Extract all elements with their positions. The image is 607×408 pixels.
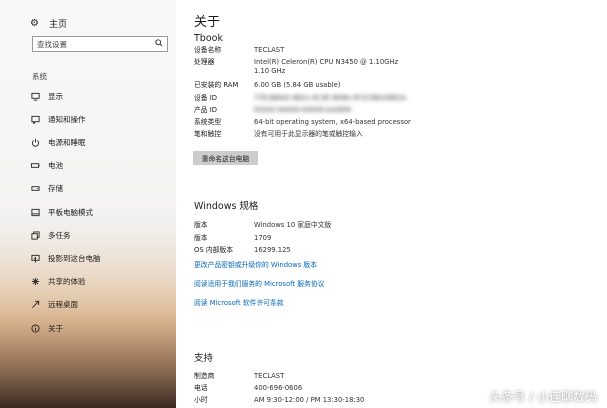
sidebar-item-multitasking[interactable]: 多任务 <box>30 227 170 243</box>
battery-icon <box>30 160 40 170</box>
sidebar-item-storage[interactable]: 存储 <box>30 180 170 196</box>
section-label-system: 系统 <box>32 72 47 81</box>
tablet-icon <box>30 207 40 217</box>
spec-key: 版本 <box>194 234 208 242</box>
spec-value: TECLAST <box>254 46 285 54</box>
sidebar-item-label: 关于 <box>48 323 63 333</box>
rename-pc-button[interactable]: 重命名这台电脑 <box>193 151 258 165</box>
sidebar-item-tablet-mode[interactable]: 平板电脑模式 <box>30 204 170 220</box>
sidebar-item-label: 电池 <box>48 160 63 170</box>
spec-value-blurred: 00342-64000-00000-AAOEM <box>254 106 351 114</box>
monitor-icon <box>30 91 40 101</box>
device-name-heading: Tbook <box>194 33 223 44</box>
power-icon <box>30 137 40 147</box>
main-content: 关于 Tbook 设备名称 TECLAST 处理器 Intel(R) Celer… <box>176 0 607 408</box>
services-agreement-link[interactable]: 阅读适用于我们服务的 Microsoft 服务协议 <box>194 278 324 288</box>
spec-value-blurred: 77E1B8A0-4B31-4C3E-9D8A-3F1C0B1D8E2A <box>254 94 407 102</box>
search-input[interactable]: 查找设置 <box>32 36 168 52</box>
spec-value: TECLAST <box>254 372 285 380</box>
spec-key: 电话 <box>194 384 208 392</box>
spec-key: 设备 ID <box>194 94 217 102</box>
sidebar-item-label: 通知和操作 <box>48 114 86 124</box>
spec-value: Windows 10 家庭中文版 <box>254 221 332 229</box>
info-icon <box>30 323 40 333</box>
spec-value: 1709 <box>254 234 272 242</box>
search-icon <box>155 39 163 49</box>
sidebar-item-label: 多任务 <box>48 230 71 240</box>
sidebar-item-battery[interactable]: 电池 <box>30 157 170 173</box>
spec-key: 系统类型 <box>194 118 222 126</box>
spec-key: 产品 ID <box>194 106 217 114</box>
license-terms-link[interactable]: 阅读 Microsoft 软件许可条款 <box>194 297 284 307</box>
spec-value: 64-bit operating system, x64-based proce… <box>254 118 411 126</box>
spec-key: 制造商 <box>194 372 215 380</box>
windows-specs-heading: Windows 规格 <box>194 201 259 212</box>
sidebar-item-power[interactable]: 电源和睡眠 <box>30 134 170 150</box>
spec-value: 6.00 GB (5.84 GB usable) <box>254 81 341 89</box>
sidebar-item-label: 平板电脑模式 <box>48 207 93 217</box>
spec-key: 设备名称 <box>194 46 222 54</box>
home-label: 主页 <box>48 19 67 30</box>
navigation-pane: ⚙ 主页 查找设置 系统 显示 通知和操作 电源和睡眠 电池 存储 平板电脑模式… <box>0 0 176 408</box>
spec-value: 没有可用于此显示器的笔或触控输入 <box>254 130 363 138</box>
sidebar-item-label: 电源和睡眠 <box>48 137 86 147</box>
spec-value: Intel(R) Celeron(R) CPU N3450 @ 1.10GHz … <box>254 58 399 75</box>
sidebar-item-about[interactable]: 关于 <box>30 320 170 336</box>
spec-key: 版本 <box>194 221 208 229</box>
sidebar-item-notifications[interactable]: 通知和操作 <box>30 111 170 127</box>
sidebar-item-label: 投影到这台电脑 <box>48 253 101 263</box>
projector-icon <box>30 253 40 263</box>
home-link[interactable]: ⚙ 主页 <box>30 15 67 31</box>
sidebar-item-remote-desktop[interactable]: 远程桌面 <box>30 296 170 312</box>
sidebar-item-shared-experiences[interactable]: 共享的体验 <box>30 273 170 289</box>
sidebar-item-label: 存储 <box>48 183 63 193</box>
spec-key: 处理器 <box>194 58 215 66</box>
spec-value: AM 9:30-12:00 / PM 13:30-18:30 <box>254 396 365 404</box>
sidebar-item-label: 远程桌面 <box>48 299 78 309</box>
support-heading: 支持 <box>194 353 214 364</box>
sidebar-item-display[interactable]: 显示 <box>30 88 170 104</box>
watermark-text: 头条号 / 小连聊数码 <box>489 390 597 404</box>
sidebar-item-projecting[interactable]: 投影到这台电脑 <box>30 250 170 266</box>
spec-key: 已安装的 RAM <box>194 81 239 89</box>
share-icon <box>30 276 40 286</box>
storage-icon <box>30 183 40 193</box>
page-title: 关于 <box>194 15 221 30</box>
sidebar-item-label: 共享的体验 <box>48 276 86 286</box>
spec-key: 笔和触控 <box>194 130 222 138</box>
remote-icon <box>30 299 40 309</box>
change-product-key-link[interactable]: 更改产品密钥或升级你的 Windows 版本 <box>194 259 317 269</box>
message-icon <box>30 114 40 124</box>
spec-key: OS 内部版本 <box>194 246 234 254</box>
search-placeholder: 查找设置 <box>37 39 67 49</box>
sidebar-item-label: 显示 <box>48 91 63 101</box>
multitask-icon <box>30 230 40 240</box>
spec-value: 400-696-0606 <box>254 384 303 392</box>
spec-value: 16299.125 <box>254 246 291 254</box>
spec-key: 小时 <box>194 396 208 404</box>
home-gear-icon: ⚙ <box>30 17 39 29</box>
